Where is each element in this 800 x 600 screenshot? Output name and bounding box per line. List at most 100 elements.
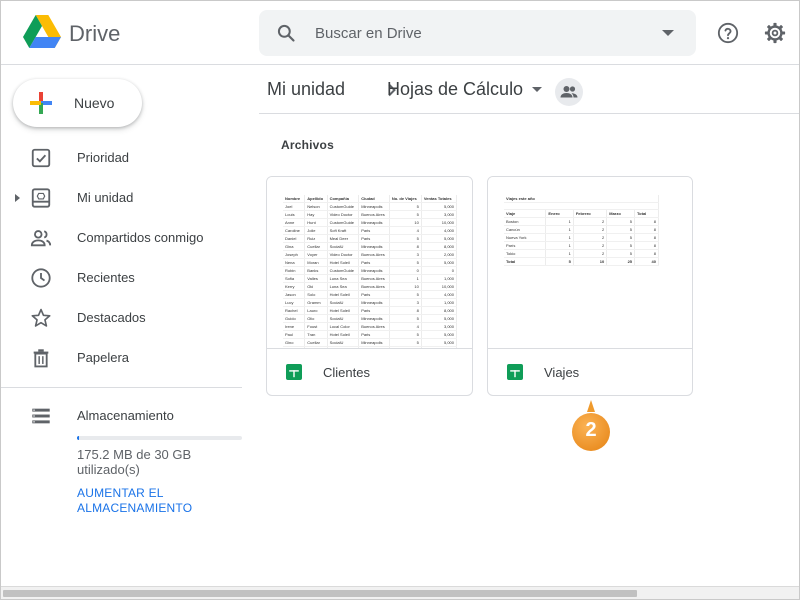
file-card-viajes[interactable]: Viajes este año Viaje Enero Febrero Marzo Tot… [487, 176, 693, 396]
preview-cell: Nombre [283, 195, 306, 203]
preview-cell: 2 [573, 217, 608, 227]
preview-cell: Guido [283, 314, 306, 323]
gear-icon[interactable] [764, 22, 786, 44]
preview-row: Robin Banks CustomGuide Minneapolis 0 0 [283, 266, 458, 275]
expand-arrow-icon[interactable] [15, 194, 20, 202]
preview-cell: 5,000 [421, 258, 458, 267]
sidebar-item-shared[interactable]: Compartidos conmigo [1, 218, 241, 258]
preview-cell: 4 [389, 226, 422, 235]
preview-cell: Hay [304, 210, 328, 219]
file-card-clientes[interactable]: Nombre Apellido Compañía Ciudad No. de Viaje… [266, 176, 473, 396]
sidebar-item-label: Papelera [77, 350, 130, 365]
preview-cell: 8,000 [421, 242, 458, 251]
preview-cell: 1 [545, 241, 574, 251]
preview-cell: 5 [389, 314, 422, 323]
preview-cell: Paris [358, 226, 390, 235]
horizontal-scrollbar[interactable] [1, 586, 799, 599]
shared-folder-icon[interactable] [555, 78, 583, 106]
preview-cell: 5 [606, 225, 636, 235]
preview-cell: 8 [634, 249, 659, 259]
preview-row: Jason Solo Hotel Soleil Paris 5 4,000 [283, 290, 458, 299]
preview-cell: Oki [304, 282, 328, 291]
sidebar-item-storage[interactable]: Almacenamiento [1, 396, 241, 436]
preview-cell: Gramm [304, 298, 328, 307]
preview-cell: CustomGuide [327, 202, 360, 211]
preview-cell: 2 [573, 241, 608, 251]
preview-cell: 5,000 [421, 202, 458, 211]
sidebar-item-label: Recientes [77, 270, 135, 285]
preview-cell: Ruiz [304, 234, 328, 243]
preview-cell: Paris [358, 306, 390, 315]
preview-cell: Total [504, 257, 547, 267]
sidebar-item-trash[interactable]: Papelera [1, 338, 241, 378]
preview-cell: Joel [283, 202, 306, 211]
search-input[interactable]: Buscar en Drive [315, 25, 422, 42]
preview-cell: Boston [504, 217, 547, 227]
preview-cell: 10,000 [421, 218, 458, 227]
preview-cell: 5,000 [421, 338, 458, 347]
preview-cell: SocialU [327, 338, 360, 347]
new-button[interactable]: Nuevo [13, 79, 142, 127]
preview-cell: Minneapolis [358, 338, 390, 347]
preview-cell: Soft Kraft [327, 226, 360, 235]
sidebar-item-priority[interactable]: Prioridad [1, 138, 241, 178]
preview-cell: Sofia [283, 274, 306, 283]
preview-cell: 5 [389, 234, 422, 243]
preview-row: Irene Foust Local Color Buenos Aires 4 3,000 [283, 322, 458, 331]
search-options-icon[interactable] [662, 30, 674, 36]
preview-cell: 5 [389, 338, 422, 347]
preview-cell: 3 [389, 346, 422, 348]
preview-cell: Daniel [283, 234, 306, 243]
preview-cell: 5 [389, 258, 422, 267]
preview-title-row: Viajes este año [504, 195, 659, 203]
preview-cell: Local Color [327, 322, 360, 331]
my-drive-icon [31, 188, 51, 208]
preview-cell: Irene [283, 322, 306, 331]
preview-cell: 2,000 [421, 250, 458, 259]
help-circle-icon[interactable] [717, 22, 739, 44]
preview-cell: 5 [389, 290, 422, 299]
sidebar-divider [1, 387, 242, 388]
sidebar-item-recent[interactable]: Recientes [1, 258, 241, 298]
preview-cell: 5 [545, 257, 574, 267]
preview-row: Cancún 1 2 5 8 [504, 225, 659, 235]
storage-progress-bar [77, 436, 242, 440]
preview-cell: Olio [304, 314, 328, 323]
upgrade-storage-link[interactable]: AUMENTAR EL ALMACENAMIENTO [77, 486, 227, 516]
preview-cell: Minneapolis [358, 266, 390, 275]
preview-cell: 8 [634, 233, 659, 243]
file-name: Viajes [544, 365, 580, 380]
app-name[interactable]: Drive [69, 21, 120, 47]
preview-cell: Paris [358, 330, 390, 339]
preview-title: Viajes este año [504, 195, 659, 203]
preview-cell: Paris [358, 290, 390, 299]
preview-cell: 5 [389, 330, 422, 339]
sidebar-item-my-drive[interactable]: Mi unidad [1, 178, 241, 218]
sidebar-item-starred[interactable]: Destacados [1, 298, 241, 338]
preview-row: Nombre Apellido Compañía Ciudad No. de Viaje… [283, 195, 458, 203]
priority-check-icon [31, 148, 51, 168]
breadcrumb-current-folder[interactable]: Hojas de Cálculo [387, 79, 523, 100]
preview-row: Total 5 10 25 40 [504, 257, 659, 267]
search-bar[interactable]: Buscar en Drive [259, 10, 696, 56]
preview-row: Gina Cuellar SocialU Minneapolis 8 8,000 [283, 242, 458, 251]
preview-cell: No. de Viajes [389, 195, 422, 203]
preview-row: Boston 1 2 5 8 [504, 217, 659, 227]
preview-cell: Minneapolis [358, 346, 390, 348]
spreadsheet-preview-table: Viajes este año Viaje Enero Febrero Marzo Tot… [504, 195, 659, 267]
preview-cell: 5 [606, 241, 636, 251]
preview-cell: 4,000 [421, 290, 458, 299]
preview-cell: Minneapolis [358, 298, 390, 307]
folder-menu-caret-icon[interactable] [532, 87, 542, 92]
drive-logo[interactable] [23, 15, 61, 49]
preview-cell: 40 [634, 257, 659, 267]
preview-cell: 0 [389, 266, 422, 275]
search-icon[interactable] [276, 23, 296, 43]
preview-cell: 0 [421, 266, 458, 275]
breadcrumb-my-drive[interactable]: Mi unidad [267, 79, 345, 100]
storage-usage-text: 175.2 MB de 30 GB utilizado(s) [77, 447, 192, 477]
preview-cell: 2 [573, 225, 608, 235]
sidebar-item-label: Mi unidad [77, 190, 134, 205]
scrollbar-thumb[interactable] [3, 590, 637, 597]
preview-cell: Buenos Aires [358, 322, 390, 331]
